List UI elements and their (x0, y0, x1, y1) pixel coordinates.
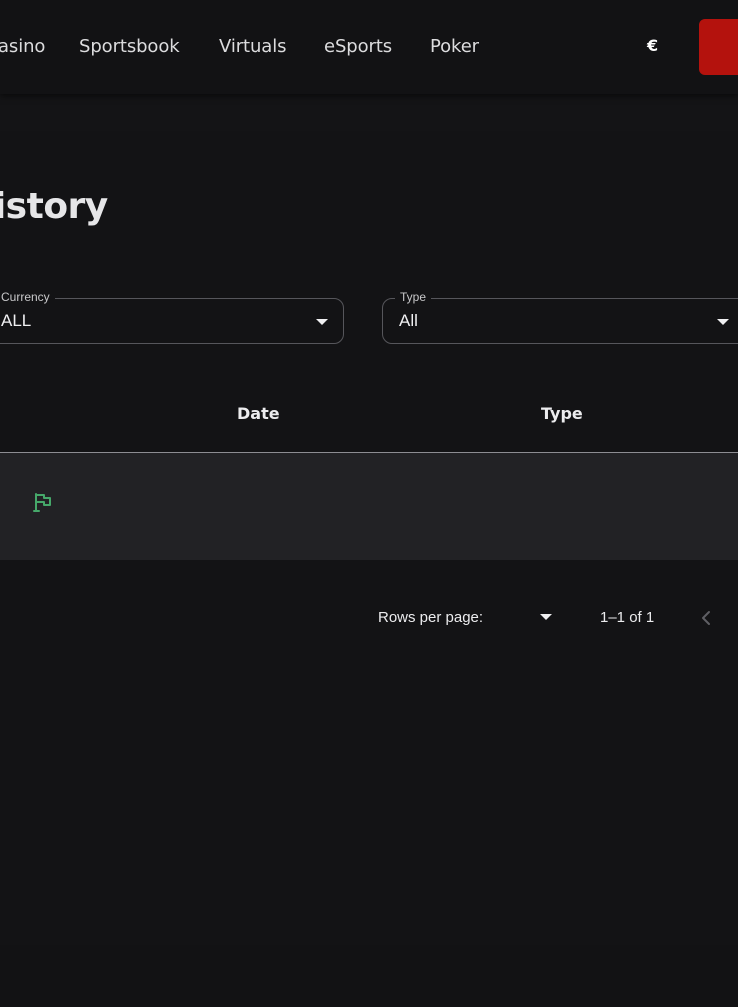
nav-poker[interactable]: Poker (430, 36, 479, 57)
nav-virtuals[interactable]: Virtuals (219, 36, 287, 57)
currency-selector-button[interactable]: € (647, 36, 658, 55)
rows-per-page-select[interactable] (530, 603, 560, 631)
column-header-date[interactable]: Date (237, 404, 280, 423)
nav-sportsbook[interactable]: Sportsbook (79, 36, 180, 57)
type-select-label: Type (395, 290, 432, 304)
currency-select-value: ALL (1, 311, 32, 330)
primary-action-button[interactable] (699, 19, 738, 75)
top-navigation-bar: asino Sportsbook Virtuals eSports Poker … (0, 0, 738, 94)
chevron-down-icon (540, 614, 552, 620)
pagination-range: 1–1 of 1 (600, 609, 655, 626)
currency-select-label: Currency (0, 290, 55, 304)
chevron-left-icon[interactable] (696, 606, 716, 630)
page: asino Sportsbook Virtuals eSports Poker … (0, 0, 738, 1007)
type-select-value: All (399, 311, 418, 330)
page-footer-area (0, 945, 738, 1007)
type-select[interactable]: Type All (382, 290, 738, 344)
nav-esports[interactable]: eSports (324, 36, 392, 57)
table-row[interactable] (0, 453, 738, 560)
currency-select[interactable]: Currency ALL (0, 290, 344, 344)
nav-casino[interactable]: asino (0, 36, 45, 57)
rows-per-page-label: Rows per page: (378, 609, 484, 626)
chevron-down-icon (316, 319, 328, 325)
page-title: listory (0, 186, 108, 227)
flag-icon (33, 493, 51, 512)
column-header-type[interactable]: Type (541, 404, 583, 423)
chevron-down-icon (717, 319, 729, 325)
